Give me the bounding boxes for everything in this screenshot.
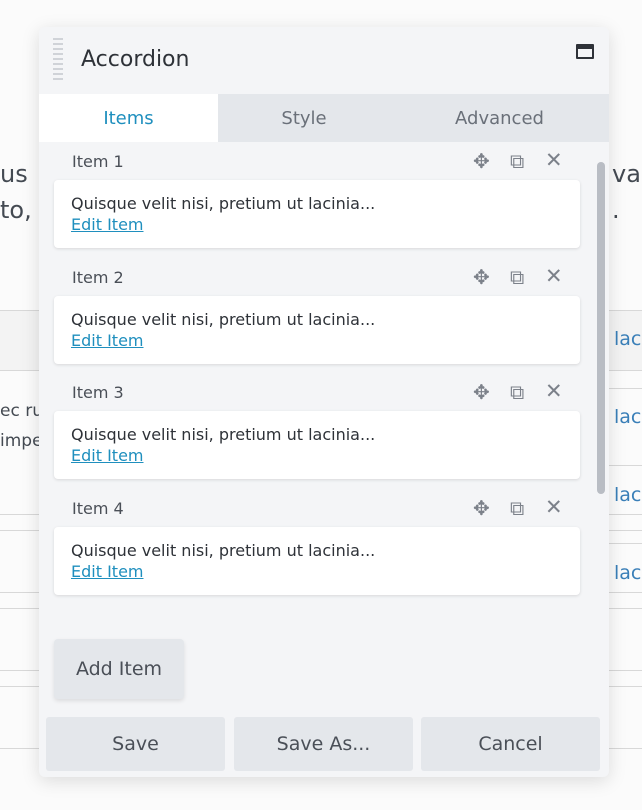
tab-style[interactable]: Style [218,94,390,142]
item-preview: Quisque velit nisi, pretium ut lacinia..… [71,541,376,560]
item-preview: Quisque velit nisi, pretium ut lacinia..… [71,194,376,213]
background-link[interactable]: lac [614,406,641,428]
item-card: Quisque velit nisi, pretium ut lacinia..… [54,411,580,479]
background-link[interactable]: lac [614,562,641,584]
background-line: us [0,160,28,188]
background-text-right: val . [612,156,642,228]
background-link[interactable]: lac [614,328,641,350]
tab-items[interactable]: Items [39,94,218,142]
background-text-small: ec ru impe [0,396,43,456]
close-icon[interactable]: ✕ [545,497,563,518]
tab-advanced[interactable]: Advanced [390,94,609,142]
panel-title: Accordion [81,47,190,72]
edit-item-link[interactable]: Edit Item [71,446,144,465]
add-item-button[interactable]: Add Item [54,639,184,699]
background-divider [609,465,642,466]
item-preview: Quisque velit nisi, pretium ut lacinia..… [71,310,376,329]
item-label: Item 3 [72,383,124,402]
drag-handle-icon[interactable] [53,38,63,82]
background-text-left: us to, [0,156,32,228]
background-divider [609,388,642,389]
close-icon[interactable]: ✕ [545,150,563,171]
item-label: Item 1 [72,152,124,171]
background-link[interactable]: lac [614,484,641,506]
item-card: Quisque velit nisi, pretium ut lacinia..… [54,527,580,595]
items-list: Item 1 ✥ ⧉ ✕ Quisque velit nisi, pretium… [39,142,609,632]
background-line: . [612,196,620,224]
move-icon[interactable]: ✥ [473,498,490,518]
item-label: Item 4 [72,499,124,518]
item-card: Quisque velit nisi, pretium ut lacinia..… [54,180,580,248]
cancel-button[interactable]: Cancel [421,717,600,771]
item-preview: Quisque velit nisi, pretium ut lacinia..… [71,425,376,444]
copy-icon[interactable]: ⧉ [510,267,524,287]
close-icon[interactable]: ✕ [545,381,563,402]
background-line: impe [0,431,43,451]
panel-header[interactable]: Accordion [39,27,609,94]
tab-bar: Items Style Advanced [39,94,609,142]
item-label: Item 2 [72,268,124,287]
item-card: Quisque velit nisi, pretium ut lacinia..… [54,296,580,364]
maximize-icon[interactable] [576,44,594,59]
edit-item-link[interactable]: Edit Item [71,331,144,350]
move-icon[interactable]: ✥ [473,382,490,402]
save-button[interactable]: Save [46,717,225,771]
close-icon[interactable]: ✕ [545,266,563,287]
edit-item-link[interactable]: Edit Item [71,562,144,581]
save-as-button[interactable]: Save As... [234,717,413,771]
background-line: ec ru [0,401,43,421]
accordion-settings-panel: Accordion Items Style Advanced Item 1 ✥ … [39,27,609,777]
panel-footer: Save Save As... Cancel [39,711,609,777]
move-icon[interactable]: ✥ [473,267,490,287]
move-icon[interactable]: ✥ [473,151,490,171]
background-line: to, [0,196,32,224]
background-divider [609,543,642,544]
copy-icon[interactable]: ⧉ [510,498,524,518]
edit-item-link[interactable]: Edit Item [71,215,144,234]
copy-icon[interactable]: ⧉ [510,151,524,171]
scrollbar[interactable] [597,162,605,494]
copy-icon[interactable]: ⧉ [510,382,524,402]
background-line: val [612,160,642,188]
